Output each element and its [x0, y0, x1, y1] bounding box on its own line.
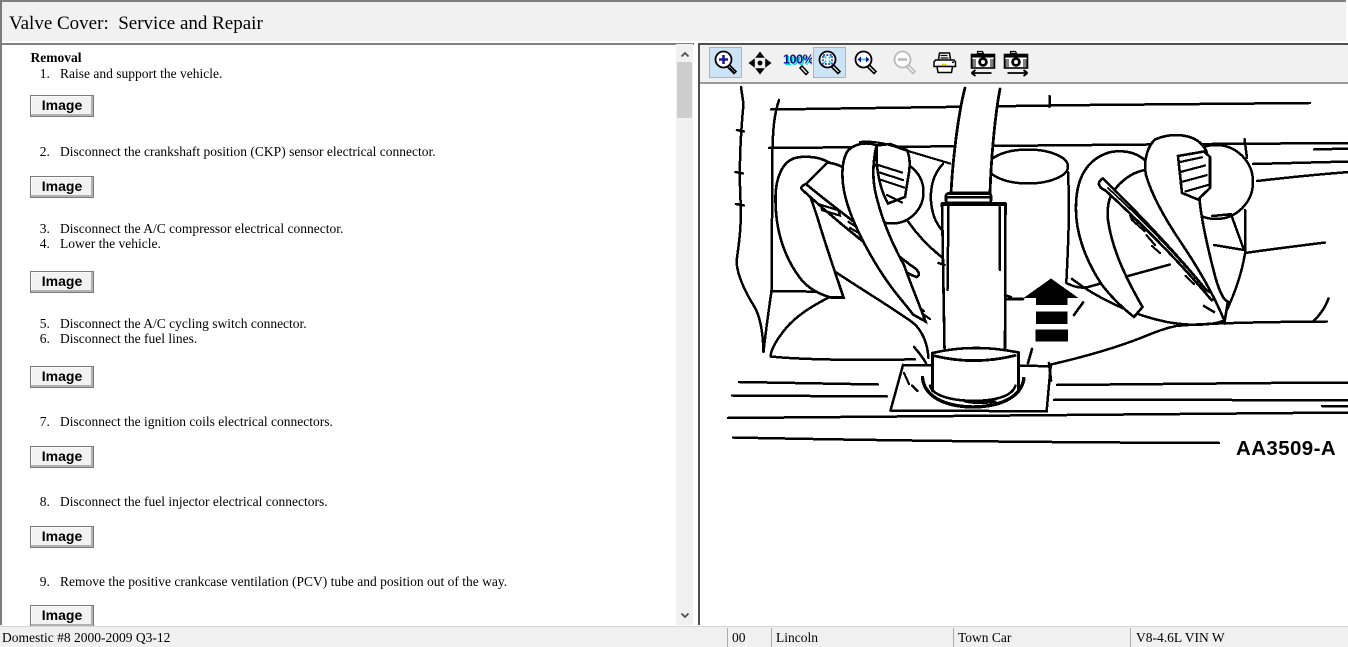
svg-text:100%: 100%: [783, 52, 812, 66]
svg-text:AA3509-A: AA3509-A: [1236, 437, 1336, 460]
